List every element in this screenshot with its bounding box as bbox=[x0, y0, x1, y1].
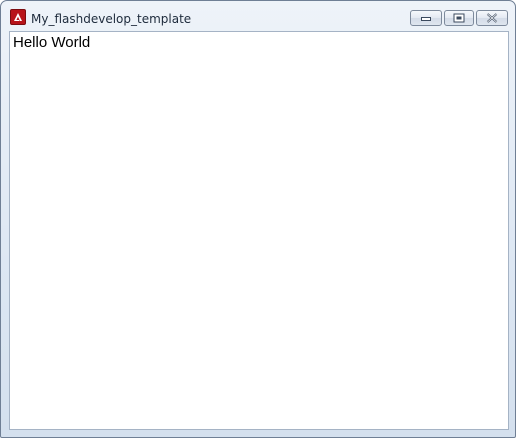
adobe-air-icon[interactable] bbox=[10, 9, 26, 25]
title-bar[interactable]: My_flashdevelop_template bbox=[1, 1, 515, 31]
app-window: My_flashdevelop_template Hello World bbox=[0, 0, 516, 438]
maximize-button[interactable] bbox=[444, 10, 474, 26]
window-content: Hello World bbox=[9, 31, 509, 430]
window-title: My_flashdevelop_template bbox=[31, 12, 192, 26]
close-icon bbox=[486, 13, 498, 23]
minimize-button[interactable] bbox=[410, 10, 442, 26]
hello-text: Hello World bbox=[13, 34, 91, 51]
maximize-icon bbox=[453, 13, 465, 23]
close-button[interactable] bbox=[476, 10, 508, 26]
minimize-icon bbox=[421, 17, 431, 21]
